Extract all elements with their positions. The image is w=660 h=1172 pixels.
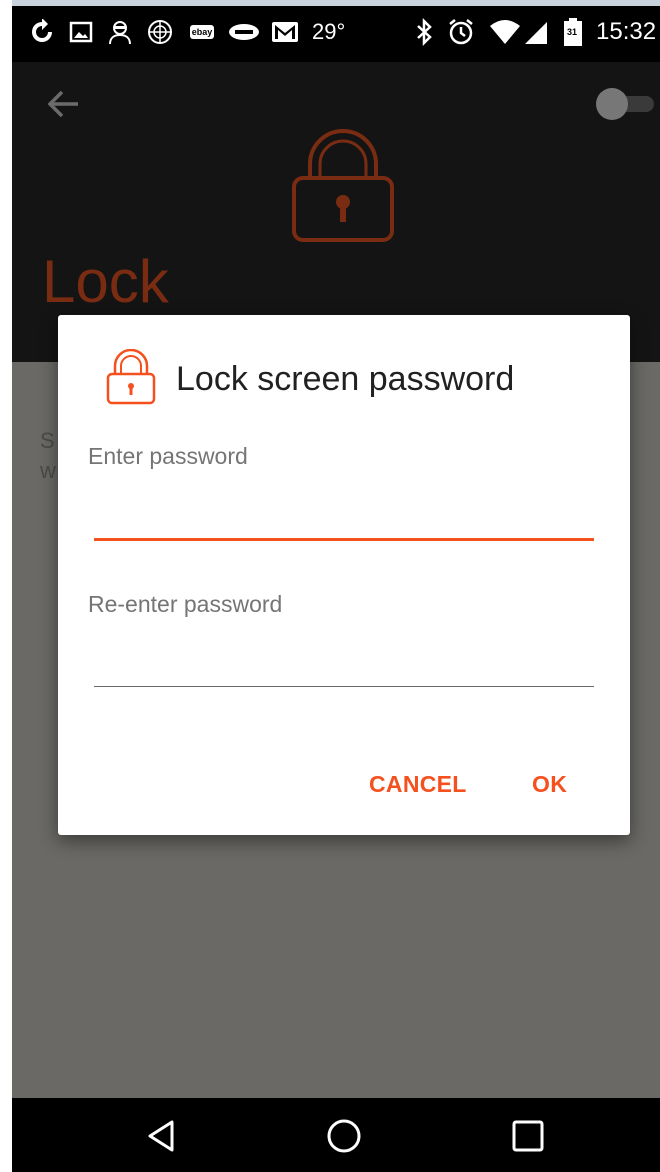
wifi-icon (488, 19, 522, 45)
dialog-title: Lock screen password (176, 360, 515, 398)
lock-toggle[interactable] (594, 86, 656, 120)
bluetooth-icon (412, 18, 436, 46)
password-label: Enter password (88, 443, 248, 469)
lock-icon (292, 129, 394, 242)
app-badge-icon (228, 19, 260, 45)
toggle-thumb (596, 88, 628, 120)
reenter-password-input[interactable] (94, 643, 594, 683)
cancel-button[interactable]: CANCEL (369, 769, 467, 799)
calendar-day-text: 31 (566, 27, 577, 37)
reenter-password-label: Re-enter password (88, 591, 283, 617)
clock-text: 15:32 (596, 18, 657, 45)
background-text-line: S (40, 428, 55, 453)
signal-icon (522, 19, 548, 45)
sync-icon (28, 19, 56, 45)
password-dialog: Lock screen password Enter password Re-e… (58, 315, 630, 835)
navigation-bar (12, 1098, 660, 1172)
alarm-icon (446, 19, 476, 45)
home-circle-icon[interactable] (322, 1114, 366, 1158)
image-icon (68, 19, 94, 45)
spy-icon (106, 19, 134, 45)
status-bar: ebay 29° 31 15:32 (12, 0, 660, 62)
reenter-password-underline (94, 686, 594, 687)
password-underline (94, 538, 594, 541)
page-title: Lock (42, 248, 169, 315)
temperature-text: 29° (312, 19, 346, 44)
ebay-icon: ebay (186, 19, 218, 45)
phone-screen: ebay 29° 31 15:32 Lock S w Lock screen p… (12, 0, 660, 1172)
recents-square-icon[interactable] (506, 1114, 550, 1158)
background-text-line: w (40, 458, 56, 483)
ok-button[interactable]: OK (532, 769, 567, 799)
padlock-icon (106, 349, 156, 405)
radar-icon (146, 19, 174, 45)
back-arrow-icon[interactable] (44, 84, 84, 124)
ebay-badge: ebay (189, 25, 215, 39)
password-input[interactable] (94, 495, 594, 535)
gmail-icon (270, 19, 300, 45)
back-triangle-icon[interactable] (140, 1114, 184, 1158)
battery-icon: 31 (562, 18, 584, 46)
